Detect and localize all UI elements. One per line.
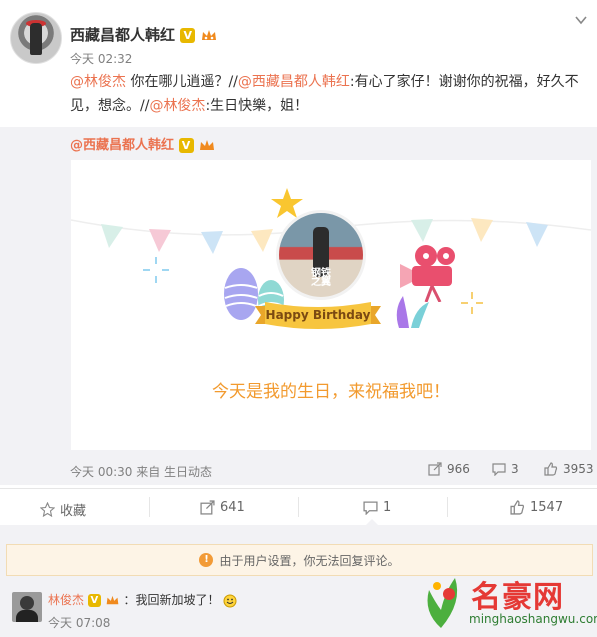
repost-like-button[interactable]: 3953 bbox=[544, 462, 594, 476]
like-count: 1547 bbox=[530, 500, 564, 515]
repost-comment-count: 3 bbox=[511, 462, 519, 476]
birthday-card[interactable]: 钢铁 之翼 Happy Birthday 今天是我的生日，来祝福我吧！ bbox=[71, 160, 591, 450]
sparkle-decoration bbox=[461, 292, 483, 314]
photo-caption-line-2: 之翼 bbox=[311, 277, 331, 288]
repost-author-link[interactable]: @西藏昌都人韩红 bbox=[70, 138, 174, 153]
birthday-message: 今天是我的生日，来祝福我吧！ bbox=[212, 382, 450, 402]
repost-comment-button[interactable]: 3 bbox=[492, 462, 519, 476]
mention-link[interactable]: @林俊杰 bbox=[70, 74, 126, 90]
repost-share-button[interactable]: 966 bbox=[428, 462, 470, 476]
comment-count: 1 bbox=[383, 500, 392, 515]
share-icon bbox=[428, 462, 442, 476]
favorite-button[interactable]: 收藏 bbox=[40, 500, 86, 519]
verified-badge-icon: V bbox=[180, 28, 196, 43]
sparkle-decoration bbox=[143, 257, 169, 283]
author-avatar[interactable] bbox=[10, 12, 62, 64]
post-text-segment: 你在哪儿逍遥？// bbox=[126, 74, 238, 90]
like-button[interactable]: 1547 bbox=[510, 500, 563, 515]
forward-button[interactable]: 641 bbox=[200, 500, 245, 515]
repost-share-count: 966 bbox=[447, 462, 470, 476]
forward-count: 641 bbox=[220, 500, 245, 515]
thumbs-up-icon bbox=[510, 500, 525, 515]
vip-crown-icon bbox=[202, 30, 217, 40]
star-outline-icon bbox=[40, 502, 55, 517]
comment-time: 今天 07:08 bbox=[48, 616, 111, 630]
share-icon bbox=[200, 500, 215, 515]
author-row: 西藏昌都人韩红 V bbox=[70, 24, 218, 45]
mention-link[interactable]: @林俊杰 bbox=[149, 98, 205, 114]
vip-crown-icon bbox=[200, 140, 215, 150]
favorite-label: 收藏 bbox=[60, 504, 87, 519]
mention-link[interactable]: @西藏昌都人韩红 bbox=[238, 74, 350, 90]
watermark-logo-icon bbox=[427, 578, 458, 628]
verified-badge-icon: V bbox=[87, 594, 101, 607]
post-time[interactable]: 今天 02:32 bbox=[70, 50, 132, 67]
repost-author-row: @西藏昌都人韩红 V bbox=[70, 134, 216, 153]
thumbs-up-icon bbox=[544, 462, 558, 476]
comment-line: 林俊杰 V ：我回新加坡了！ bbox=[48, 591, 237, 608]
smiley-emoji-icon bbox=[223, 594, 237, 607]
divider bbox=[149, 497, 150, 517]
divider bbox=[447, 497, 448, 517]
post-text-segment: :生日快樂，姐！ bbox=[205, 98, 309, 114]
repost-like-count: 3953 bbox=[563, 462, 594, 476]
ribbon-text: Happy Birthday bbox=[265, 308, 371, 322]
comment-button[interactable]: 1 bbox=[363, 500, 391, 515]
commenter-avatar[interactable] bbox=[12, 592, 42, 622]
birthday-photo: 钢铁 之翼 bbox=[276, 210, 366, 300]
divider bbox=[0, 488, 597, 489]
chevron-down-icon[interactable] bbox=[575, 14, 587, 26]
verified-badge-icon: V bbox=[178, 138, 194, 153]
author-name[interactable]: 西藏昌都人韩红 bbox=[70, 26, 175, 44]
plant-decoration bbox=[396, 296, 429, 328]
watermark-brand: 名豪网 bbox=[471, 580, 564, 615]
warning-icon: ! bbox=[199, 553, 214, 567]
vip-crown-icon bbox=[106, 595, 119, 605]
repost-time-source[interactable]: 今天 00:30 来自 生日动态 bbox=[70, 463, 212, 480]
watermark-url: minghaoshangwu.com bbox=[469, 612, 597, 626]
site-watermark: 名豪网 minghaoshangwu.com bbox=[417, 568, 597, 634]
comment-icon bbox=[363, 501, 378, 515]
comment-icon bbox=[492, 463, 506, 476]
comment-text: ：我回新加坡了！ bbox=[123, 593, 220, 607]
commenter-name[interactable]: 林俊杰 bbox=[48, 593, 84, 607]
notice-text: 由于用户设置，你无法回复评论。 bbox=[219, 553, 400, 568]
divider bbox=[298, 497, 299, 517]
post-text: @林俊杰 你在哪儿逍遥？//@西藏昌都人韩红:有心了家仔！谢谢你的祝福，好久不见… bbox=[70, 70, 585, 118]
